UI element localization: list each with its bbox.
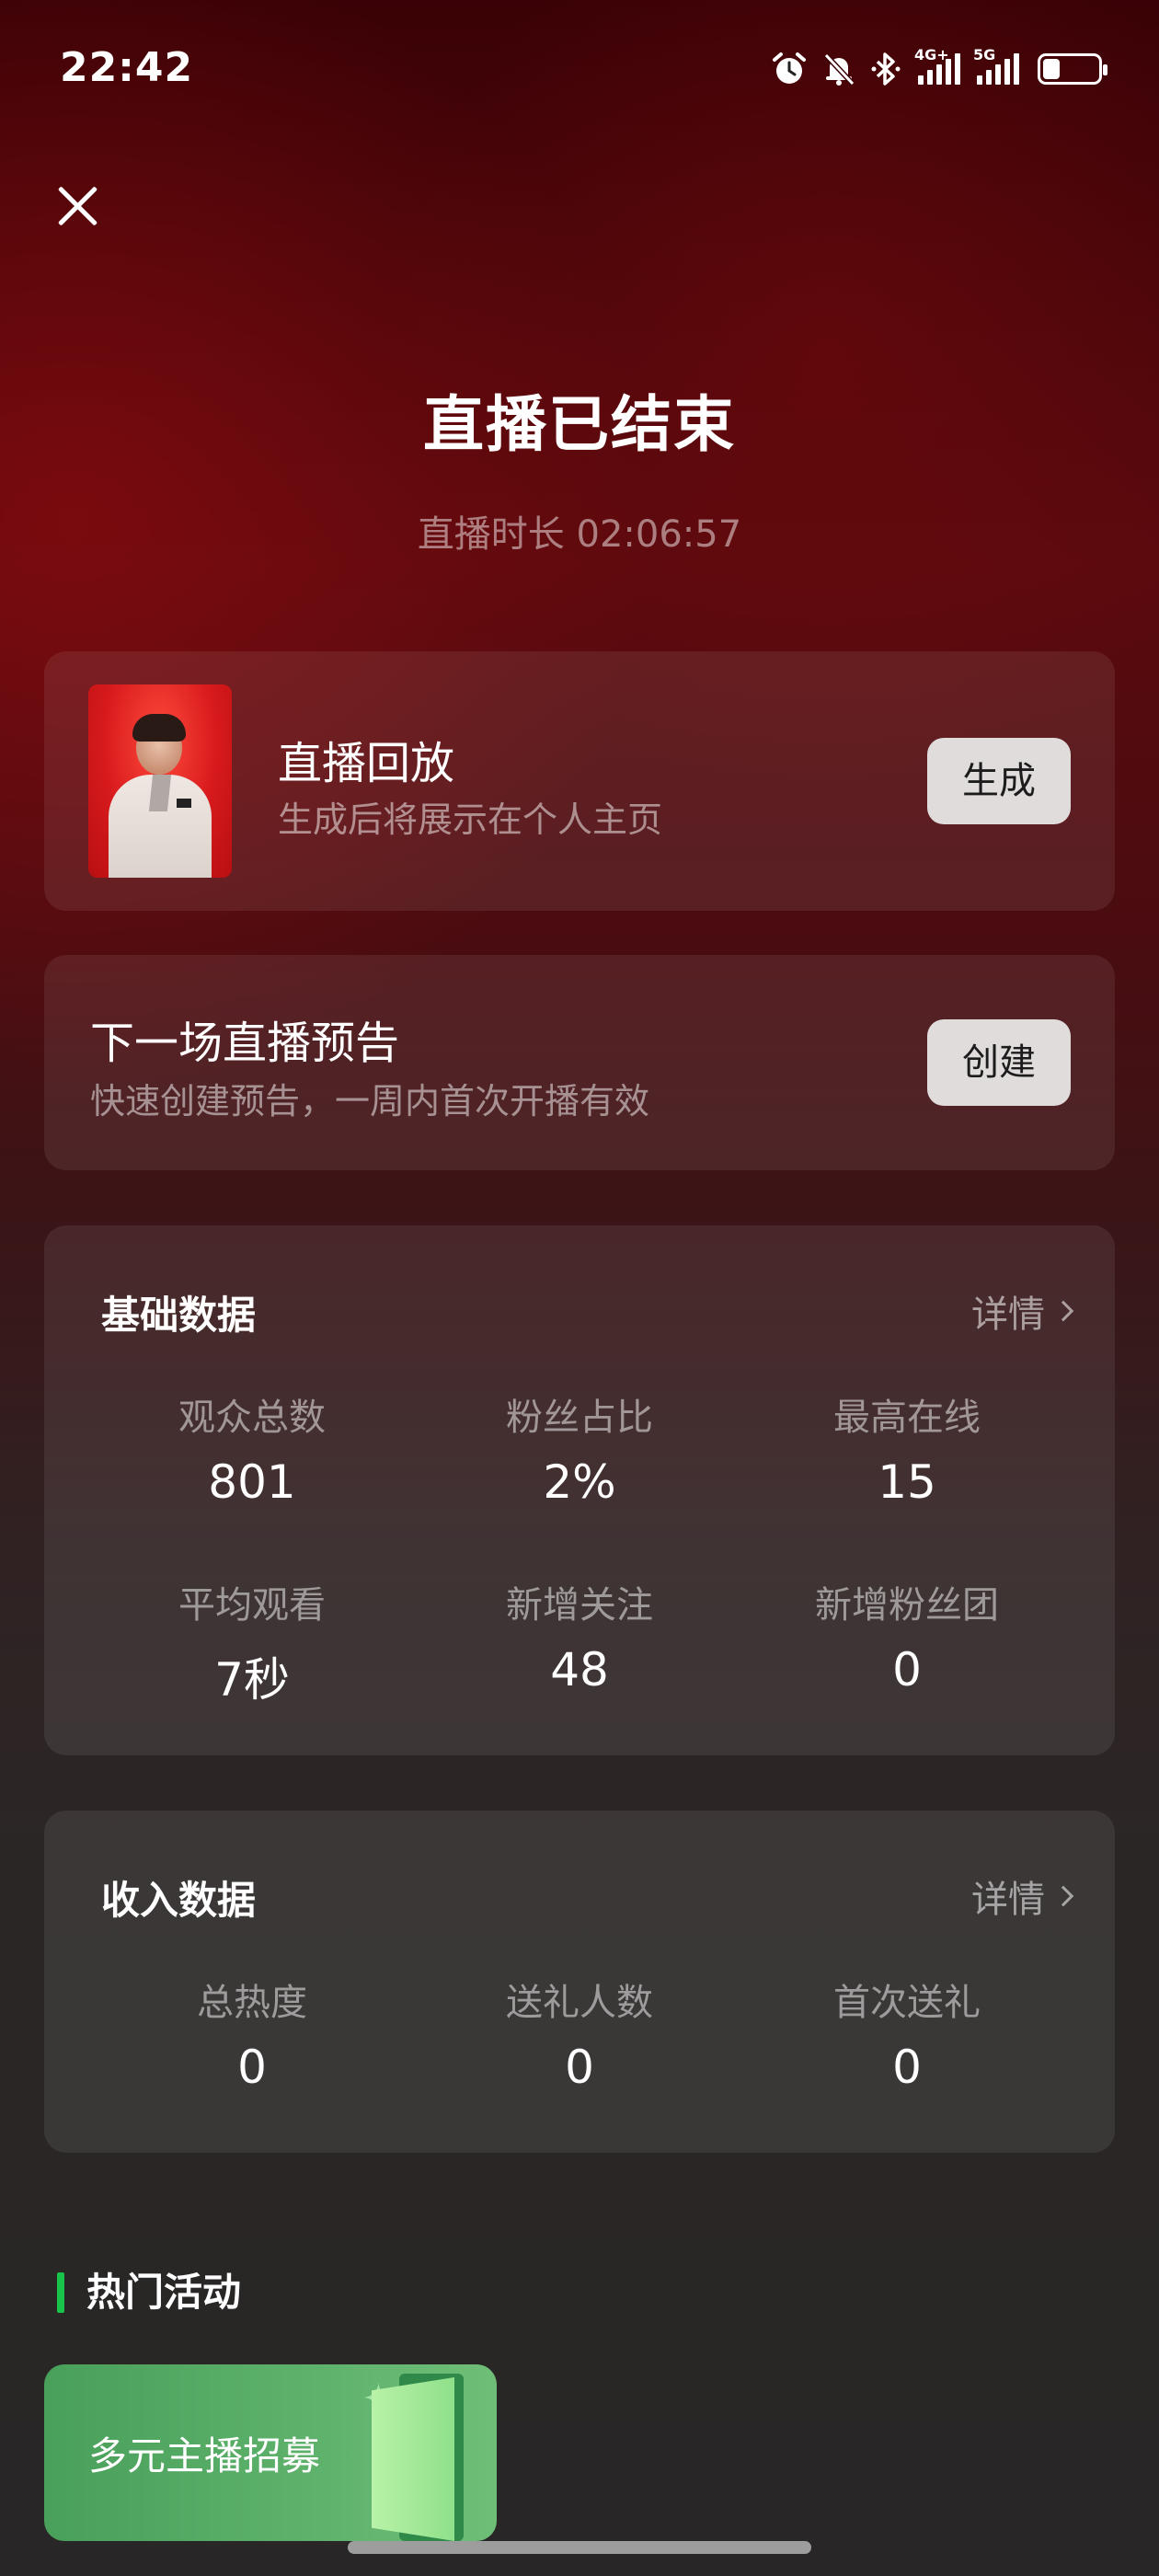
- next-live-preview-card: 下一场直播预告 快速创建预告，一周内首次开播有效 创建: [44, 955, 1115, 1170]
- stat-value: 48: [550, 1643, 609, 1696]
- chevron-right-icon: [1052, 1885, 1074, 1907]
- stat-new-fan-club: 新增粉丝团 0: [743, 1575, 1071, 1709]
- preview-subtitle: 快速创建预告，一周内首次开播有效: [90, 1081, 650, 1121]
- basic-stats-title: 基础数据: [101, 1293, 257, 1338]
- stat-label: 总热度: [197, 1982, 307, 2024]
- activity-label: 多元主播招募: [88, 2433, 321, 2478]
- signal-4g-icon: 4G+: [914, 46, 960, 85]
- hot-activities-title: 热门活动: [57, 2271, 241, 2315]
- stat-value: 801: [208, 1455, 296, 1509]
- stat-value: 0: [565, 2041, 594, 2094]
- stat-label: 粉丝占比: [506, 1397, 653, 1439]
- detail-label: 详情: [971, 1879, 1045, 1921]
- alarm-icon: [773, 52, 806, 84]
- stat-label: 平均观看: [178, 1584, 326, 1627]
- network-type-label: 4G+: [914, 46, 949, 63]
- stat-value: 2%: [543, 1455, 616, 1509]
- stat-peak-online: 最高在线 15: [743, 1387, 1071, 1509]
- stat-total-viewers: 观众总数 801: [88, 1387, 416, 1509]
- stat-label: 新增关注: [506, 1584, 653, 1627]
- stat-new-follows: 新增关注 48: [416, 1575, 743, 1709]
- generate-replay-button[interactable]: 生成: [927, 738, 1071, 824]
- stat-label: 新增粉丝团: [815, 1584, 999, 1627]
- chevron-right-icon: [1052, 1300, 1074, 1322]
- stat-fan-ratio: 粉丝占比 2%: [416, 1387, 743, 1509]
- replay-card: 直播回放 生成后将展示在个人主页 生成: [44, 651, 1115, 911]
- stat-gifters: 送礼人数 0: [416, 1972, 743, 2094]
- replay-subtitle: 生成后将展示在个人主页: [278, 799, 663, 840]
- mute-bell-icon: [823, 52, 855, 86]
- network-type-label: 5G: [973, 46, 996, 63]
- door-icon: [372, 2374, 469, 2541]
- stat-value: 0: [892, 1643, 922, 1696]
- stat-value: 0: [237, 2041, 267, 2094]
- income-stats-card: 收入数据 详情 总热度 0 送礼人数 0 首次送礼 0: [44, 1811, 1115, 2153]
- basic-stats-card: 基础数据 详情 观众总数 801 粉丝占比 2% 最高在线 15 平均观看 7秒…: [44, 1225, 1115, 1755]
- stats-row: 总热度 0 送礼人数 0 首次送礼 0: [44, 1972, 1115, 2094]
- preview-title: 下一场直播预告: [90, 1018, 400, 1069]
- income-stats-title: 收入数据: [101, 1878, 257, 1923]
- income-stats-detail-link[interactable]: 详情: [971, 1869, 1074, 1923]
- replay-title: 直播回放: [278, 738, 455, 789]
- activity-card[interactable]: 多元主播招募 ✦: [44, 2364, 497, 2541]
- stat-total-heat: 总热度 0: [88, 1972, 416, 2094]
- stats-row: 平均观看 7秒 新增关注 48 新增粉丝团 0: [44, 1575, 1115, 1709]
- status-icons: 4G+ 5G: [771, 46, 1107, 90]
- detail-label: 详情: [971, 1294, 1045, 1336]
- stat-value: 0: [892, 2041, 922, 2094]
- home-indicator[interactable]: [348, 2541, 811, 2554]
- signal-5g-icon: 5G: [973, 46, 1019, 85]
- stat-value: 15: [878, 1455, 936, 1509]
- stat-first-gift: 首次送礼 0: [743, 1972, 1071, 2094]
- stat-avg-watch: 平均观看 7秒: [88, 1575, 416, 1709]
- section-accent-bar: [57, 2272, 64, 2313]
- status-time: 22:42: [60, 44, 194, 91]
- bluetooth-icon: [871, 52, 901, 86]
- create-preview-button[interactable]: 创建: [927, 1019, 1071, 1106]
- page-title: 直播已结束: [423, 389, 736, 460]
- stat-label: 最高在线: [833, 1397, 981, 1439]
- stat-value: 7秒: [214, 1653, 290, 1707]
- stat-label: 送礼人数: [506, 1982, 653, 2024]
- stat-label: 首次送礼: [833, 1982, 981, 2024]
- basic-stats-detail-link[interactable]: 详情: [971, 1284, 1074, 1338]
- hot-activities-label: 热门活动: [86, 2270, 242, 2315]
- replay-thumbnail: [88, 684, 232, 878]
- battery-icon: [1038, 53, 1107, 85]
- status-bar: 22:42 4G+ 5G: [0, 0, 1159, 138]
- close-icon[interactable]: [53, 182, 101, 230]
- stat-label: 观众总数: [178, 1397, 326, 1439]
- live-duration: 直播时长 02:06:57: [417, 513, 742, 556]
- stats-row: 观众总数 801 粉丝占比 2% 最高在线 15: [44, 1387, 1115, 1509]
